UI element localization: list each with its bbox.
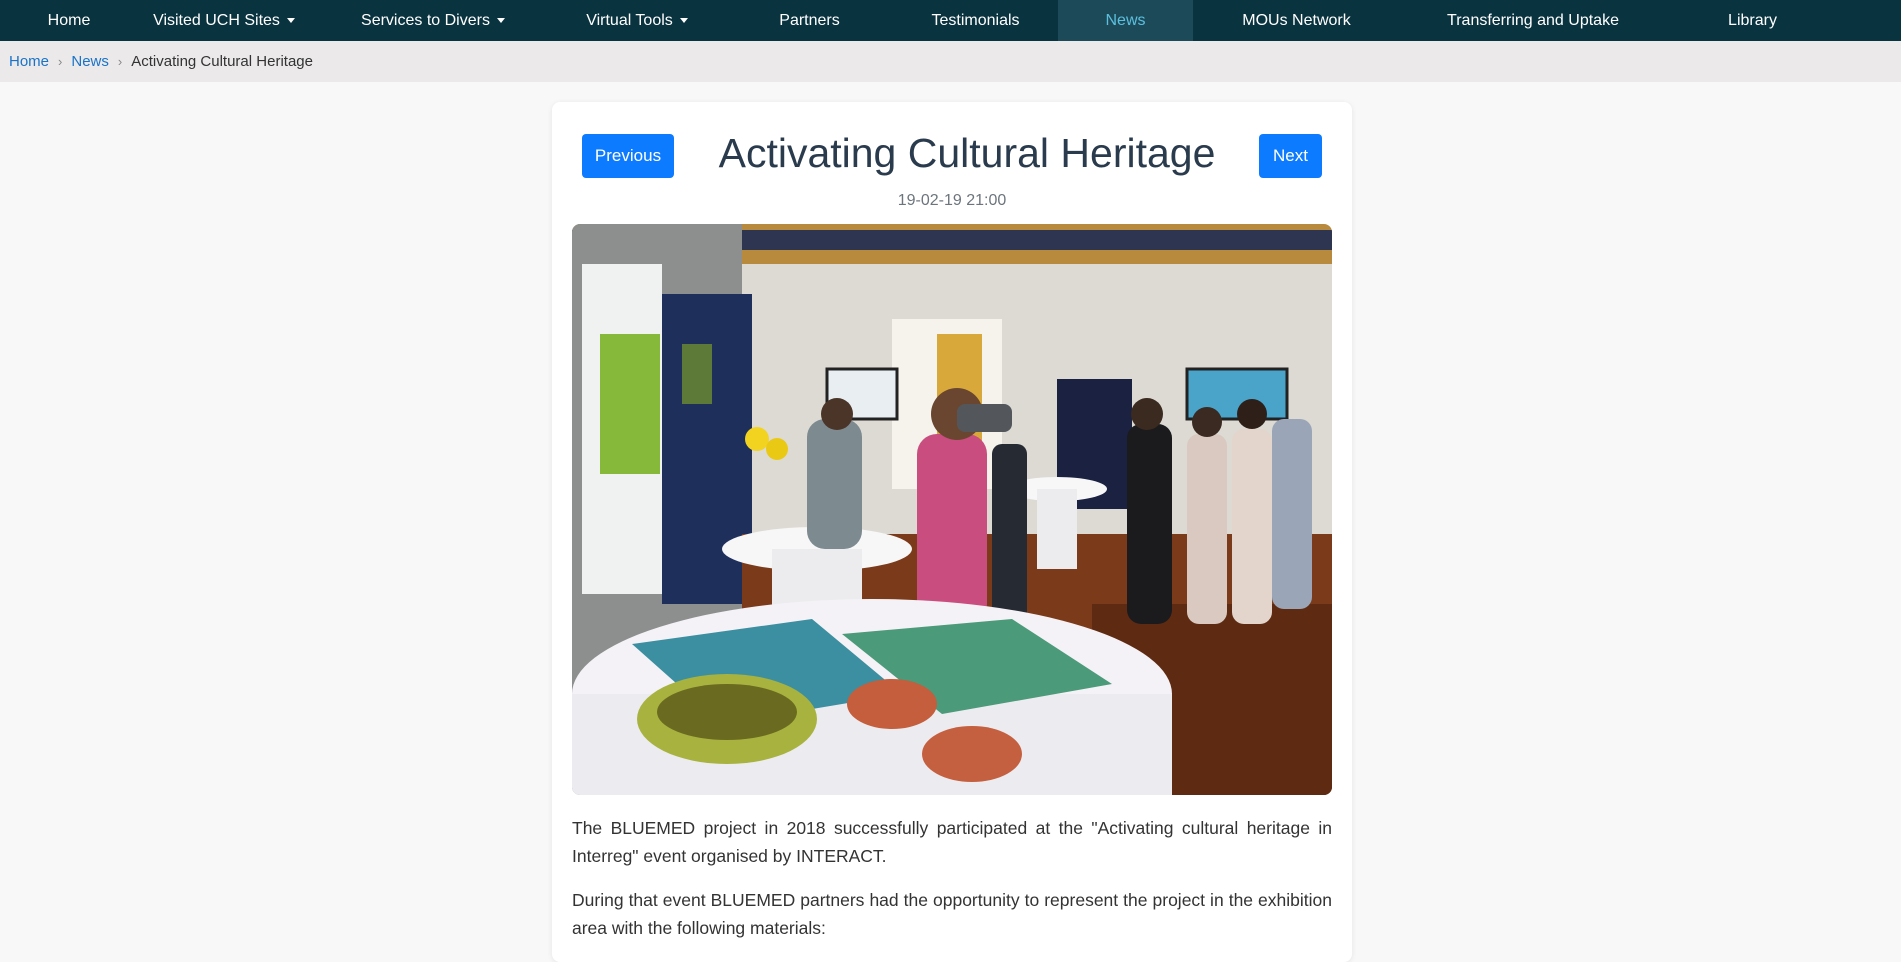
main-navbar: Home Visited UCH Sites Services to Diver… xyxy=(0,0,1901,41)
nav-item-mous-network[interactable]: MOUs Network xyxy=(1193,0,1400,41)
caret-down-icon xyxy=(679,18,688,23)
nav-item-library[interactable]: Library xyxy=(1666,0,1839,41)
breadcrumb: Home › News › Activating Cultural Herita… xyxy=(0,41,1901,82)
nav-label: Testimonials xyxy=(931,11,1020,29)
nav-label: Virtual Tools xyxy=(586,11,673,29)
nav-item-news[interactable]: News xyxy=(1058,0,1193,41)
breadcrumb-home-link[interactable]: Home xyxy=(9,53,49,70)
nav-label: Visited UCH Sites xyxy=(153,11,280,29)
caret-down-icon xyxy=(286,18,295,23)
breadcrumb-separator: › xyxy=(117,54,123,69)
nav-item-home[interactable]: Home xyxy=(8,0,130,41)
nav-item-transferring-and-uptake[interactable]: Transferring and Uptake xyxy=(1400,0,1666,41)
nav-label: News xyxy=(1105,11,1146,29)
nav-item-services-to-divers[interactable]: Services to Divers xyxy=(318,0,548,41)
nav-label: Transferring and Uptake xyxy=(1447,11,1619,29)
nav-item-testimonials[interactable]: Testimonials xyxy=(893,0,1058,41)
nav-item-partners[interactable]: Partners xyxy=(726,0,893,41)
article-card: Previous Activating Cultural Heritage Ne… xyxy=(552,102,1352,962)
breadcrumb-separator: › xyxy=(58,54,63,69)
nav-label: Library xyxy=(1728,11,1777,29)
nav-label: MOUs Network xyxy=(1242,11,1351,29)
article-title: Activating Cultural Heritage xyxy=(718,130,1216,176)
caret-down-icon xyxy=(496,18,505,23)
nav-label: Partners xyxy=(779,11,840,29)
article-body: The BLUEMED project in 2018 successfully… xyxy=(572,814,1332,958)
previous-button[interactable]: Previous xyxy=(582,134,674,178)
breadcrumb-news-link[interactable]: News xyxy=(71,53,109,70)
breadcrumb-current: Activating Cultural Heritage xyxy=(131,53,313,70)
article-date: 19-02-19 21:00 xyxy=(897,192,1007,209)
nav-item-virtual-tools[interactable]: Virtual Tools xyxy=(548,0,726,41)
nav-label: Services to Divers xyxy=(361,11,490,29)
article-photo xyxy=(572,224,1332,795)
article-paragraph: During that event BLUEMED partners had t… xyxy=(572,890,1332,938)
next-button[interactable]: Next xyxy=(1259,134,1322,178)
article-paragraph: The BLUEMED project in 2018 successfully… xyxy=(572,818,1332,866)
nav-label: Home xyxy=(47,11,91,29)
nav-item-visited-uch-sites[interactable]: Visited UCH Sites xyxy=(130,0,318,41)
